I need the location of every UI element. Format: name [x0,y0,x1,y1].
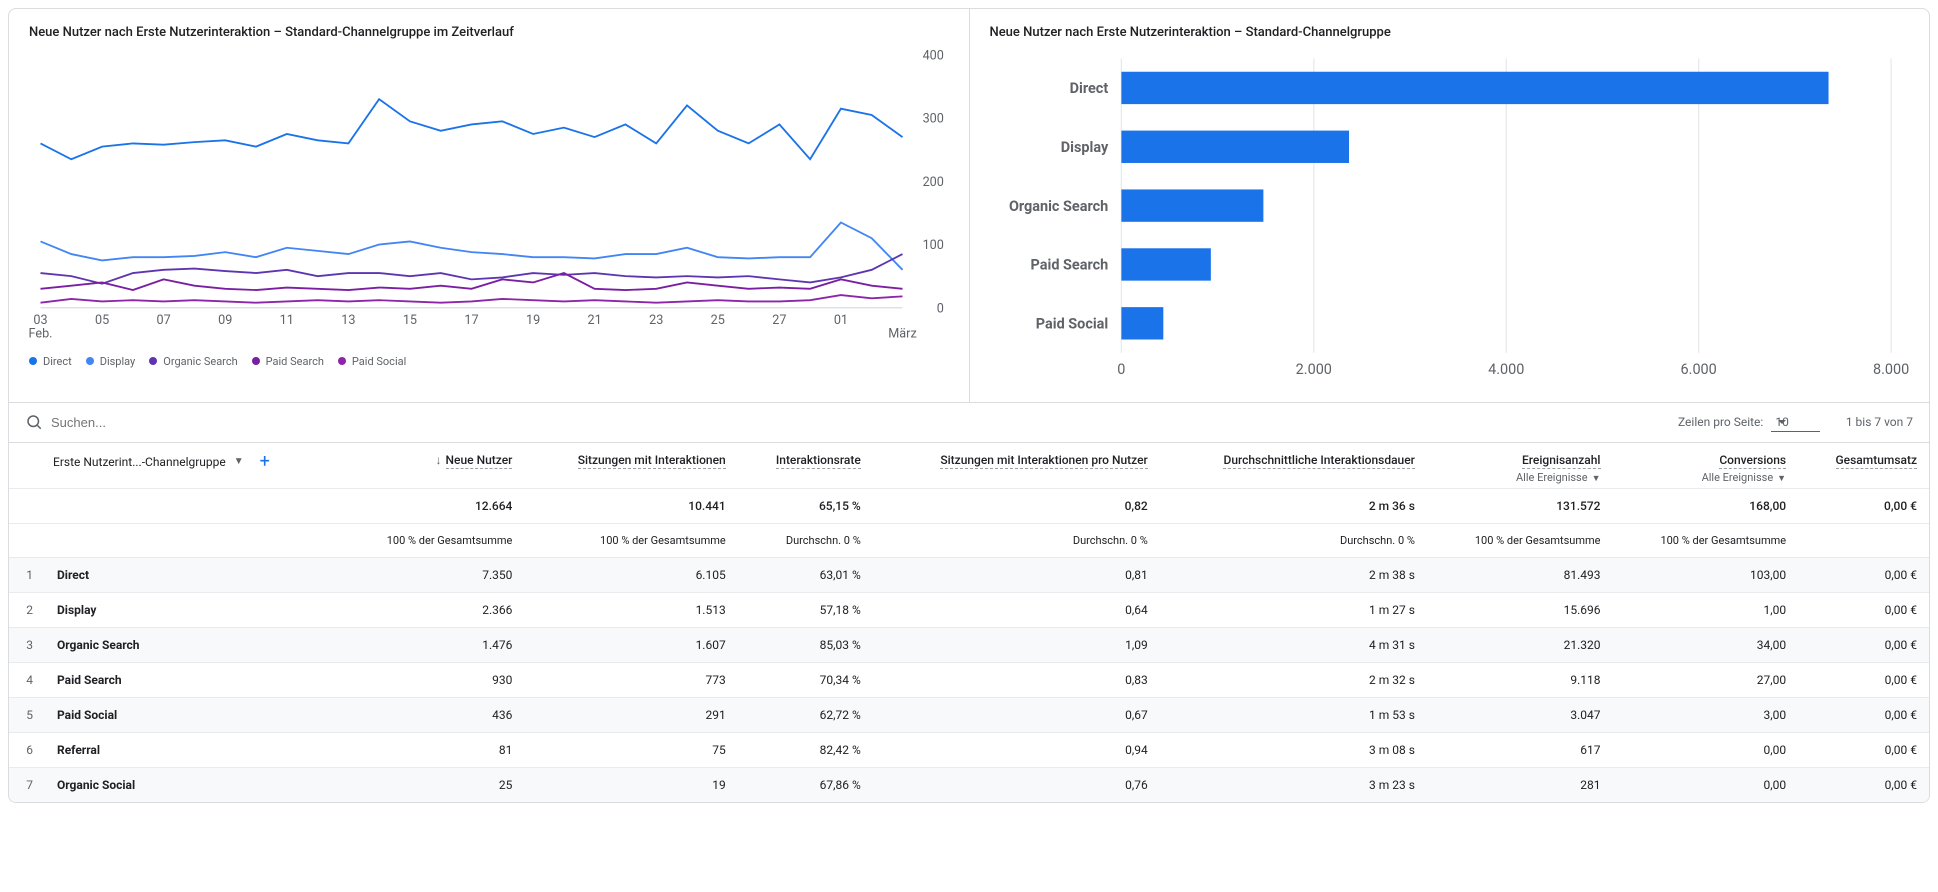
sort-descending-icon: ↓ [436,453,442,467]
svg-text:März: März [888,327,916,342]
row-name: Referral [45,732,339,767]
row-name: Paid Social [45,697,339,732]
row-name: Paid Search [45,662,339,697]
svg-text:0: 0 [1117,361,1125,378]
chevron-down-icon: ▼ [1592,474,1601,484]
svg-text:15: 15 [403,313,417,328]
search-input[interactable] [51,415,1670,430]
bar-chart-title: Neue Nutzer nach Erste Nutzerinteraktion… [990,25,1910,40]
legend-item[interactable]: Direct [29,355,72,368]
svg-text:19: 19 [526,313,540,328]
svg-text:25: 25 [711,313,725,328]
search-icon [25,413,43,431]
row-index: 3 [9,627,45,662]
col-umsatz[interactable]: Gesamtumsatz [1798,443,1929,489]
svg-text:Feb.: Feb. [29,327,52,342]
bar-chart-panel: Neue Nutzer nach Erste Nutzerinteraktion… [969,9,1930,402]
col-ereignis[interactable]: Ereignisanzahl Alle Ereignisse▼ [1427,443,1613,489]
add-dimension-button[interactable]: + [260,453,270,471]
row-index: 4 [9,662,45,697]
svg-text:8.000: 8.000 [1872,361,1908,378]
svg-text:Paid Search: Paid Search [1030,257,1108,274]
page-status: 1 bis 7 von 7 [1846,415,1913,429]
totals-sub-row: 100 % der Gesamtsumme 100 % der Gesamtsu… [9,523,1929,557]
svg-text:100: 100 [923,238,944,253]
svg-text:200: 200 [923,175,944,190]
svg-text:2.000: 2.000 [1295,361,1331,378]
line-chart-legend: Direct Display Organic Search Paid Search Pa… [29,355,949,368]
col-conversions[interactable]: Conversions Alle Ereignisse▼ [1613,443,1799,489]
rows-per-page-label: Zeilen pro Seite: [1678,415,1763,429]
row-name: Organic Search [45,627,339,662]
svg-text:400: 400 [923,48,944,63]
dimension-selector[interactable]: Erste Nutzerint...-Channelgruppe [53,455,226,469]
row-name: Direct [45,557,339,592]
row-name: Organic Social [45,767,339,802]
line-chart-title: Neue Nutzer nach Erste Nutzerinteraktion… [29,25,949,40]
table-row[interactable]: 4Paid Search93077370,34 %0,832 m 32 s9.1… [9,662,1929,697]
table-row[interactable]: 3Organic Search1.4761.60785,03 %1,094 m … [9,627,1929,662]
totals-row: 12.664 10.441 65,15 % 0,82 2 m 36 s 131.… [9,488,1929,523]
chevron-down-icon: ▼ [234,456,244,467]
svg-text:03: 03 [33,313,47,328]
legend-item[interactable]: Paid Search [252,355,324,368]
svg-text:Paid Social: Paid Social [1035,316,1107,333]
row-index: 2 [9,592,45,627]
row-index: 5 [9,697,45,732]
col-dauer[interactable]: Durchschnittliche Interaktionsdauer [1160,443,1427,489]
col-sitzungen[interactable]: Sitzungen mit Interaktionen [524,443,737,489]
svg-text:09: 09 [218,313,232,328]
analytics-card: Neue Nutzer nach Erste Nutzerinteraktion… [8,8,1930,803]
row-index: 6 [9,732,45,767]
legend-item[interactable]: Display [86,355,136,368]
svg-text:21: 21 [588,313,602,328]
svg-text:13: 13 [341,313,355,328]
svg-text:6.000: 6.000 [1680,361,1716,378]
svg-text:01: 01 [834,313,848,328]
table-row[interactable]: 6Referral817582,42 %0,943 m 08 s6170,000… [9,732,1929,767]
row-index: 7 [9,767,45,802]
svg-text:05: 05 [95,313,109,328]
row-index: 1 [9,557,45,592]
svg-text:Organic Search: Organic Search [1008,198,1107,215]
table-row[interactable]: 2Display2.3661.51357,18 %0,641 m 27 s15.… [9,592,1929,627]
line-chart-panel: Neue Nutzer nach Erste Nutzerinteraktion… [9,9,969,402]
col-pro-nutzer[interactable]: Sitzungen mit Interaktionen pro Nutzer [873,443,1160,489]
svg-text:0: 0 [937,301,944,316]
svg-text:07: 07 [157,313,171,328]
col-rate[interactable]: Interaktionsrate [738,443,873,489]
svg-text:11: 11 [280,313,294,328]
legend-item[interactable]: Paid Social [338,355,406,368]
line-chart[interactable]: 0 100 200 300 400 03 05 07 09 11 13 15 17 19 21 23 25 27 0… [29,48,949,347]
svg-text:Direct: Direct [1069,80,1108,97]
table-row[interactable]: 5Paid Social43629162,72 %0,671 m 53 s3.0… [9,697,1929,732]
data-table: Erste Nutzerint...-Channelgruppe ▼ + ↓Ne… [9,443,1929,802]
svg-text:4.000: 4.000 [1488,361,1524,378]
table-row[interactable]: 7Organic Social251967,86 %0,763 m 23 s28… [9,767,1929,802]
svg-text:300: 300 [923,112,944,127]
svg-text:17: 17 [464,313,478,328]
rows-per-page-select[interactable]: 10 [1771,413,1819,432]
table-toolbar: Zeilen pro Seite: 10 1 bis 7 von 7 [9,403,1929,443]
chevron-down-icon: ▼ [1777,474,1786,484]
table-row[interactable]: 1Direct7.3506.10563,01 %0,812 m 38 s81.4… [9,557,1929,592]
svg-text:Display: Display [1060,139,1108,156]
svg-text:23: 23 [649,313,663,328]
svg-text:27: 27 [772,313,786,328]
col-neue-nutzer[interactable]: ↓Neue Nutzer [339,443,525,489]
row-name: Display [45,592,339,627]
legend-item[interactable]: Organic Search [149,355,237,368]
bar-chart[interactable]: 0 2.000 4.000 6.000 8.000 Direct Display Organi… [990,48,1910,390]
